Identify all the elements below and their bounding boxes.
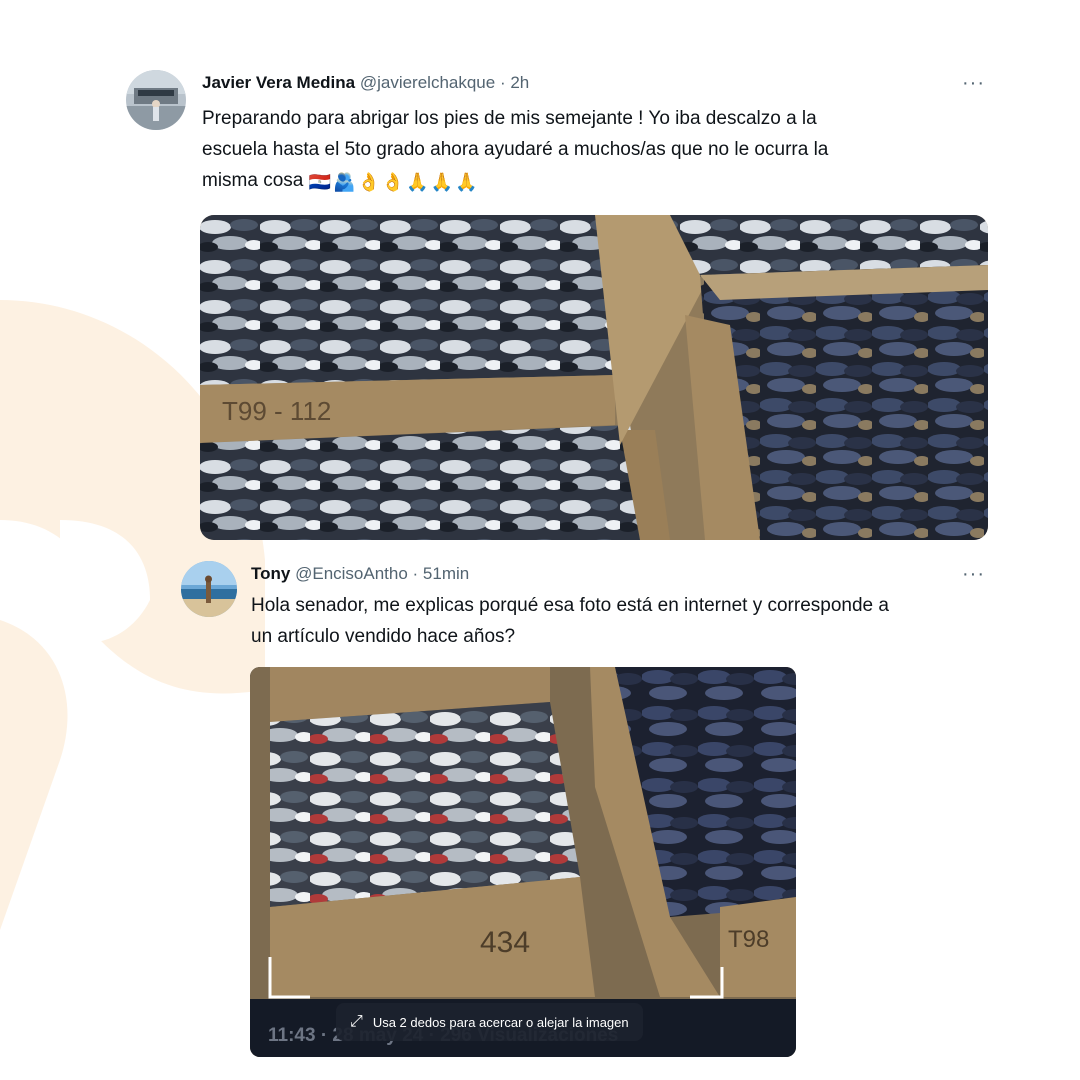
tweet-text: Preparando para abrigar los pies de mis … <box>202 103 1002 196</box>
tweet-text-fragment: misma cosa <box>202 170 304 191</box>
tweet-text-line: escuela hasta el 5to grado ahora ayudaré… <box>202 139 829 160</box>
tweet-text-line: Hola senador, me explicas porqué esa fot… <box>251 595 889 616</box>
ok-hand-icon: 👌 <box>381 172 405 192</box>
timestamp[interactable]: · 2h <box>500 73 529 92</box>
timestamp[interactable]: · 51min <box>413 564 470 583</box>
tweet-header: Javier Vera Medina @javierelchakque · 2h <box>202 73 529 93</box>
author-name[interactable]: Javier Vera Medina <box>202 73 355 92</box>
tweet-text-line: un artículo vendido hace años? <box>251 626 516 647</box>
more-options-icon[interactable]: ··· <box>962 563 985 586</box>
author-name[interactable]: Tony <box>251 564 290 583</box>
screenshot-photo: 434 T98 <box>250 667 796 1057</box>
tweet-text-line: misma cosa 🇵🇾 🫂 👌 👌 🙏 🙏 🙏 <box>202 165 1002 196</box>
avatar-image <box>126 70 186 130</box>
tweet-text: Hola senador, me explicas porqué esa fot… <box>251 590 1011 652</box>
zoom-hint-text: Usa 2 dedos para acercar o alejar la ima… <box>372 1014 629 1030</box>
author-handle[interactable]: @EncisoAntho <box>295 564 408 583</box>
tweet-photo[interactable]: 434 T98 11:43 · 28 may 24 · 296 Visualiz… <box>250 667 796 1057</box>
more-options-icon[interactable]: ··· <box>962 72 985 95</box>
avatar[interactable] <box>126 70 186 130</box>
box-label: T99 - 112 <box>222 396 331 426</box>
zoom-hint: ⤢ Usa 2 dedos para acercar o alejar la i… <box>336 1003 643 1041</box>
tweet-photo[interactable]: T99 - 112 <box>200 215 988 540</box>
box-label: 434 <box>480 926 530 959</box>
pray-icon: 🙏 <box>406 172 429 192</box>
author-handle[interactable]: @javierelchakque <box>360 73 495 92</box>
avatar[interactable] <box>181 561 237 617</box>
avatar-image <box>181 561 237 617</box>
tweet-1[interactable]: Javier Vera Medina @javierelchakque · 2h… <box>0 0 1080 545</box>
tweet-2[interactable]: Tony @EncisoAntho · 51min ··· Hola senad… <box>0 545 1080 1080</box>
tweet-text-line: Preparando para abrigar los pies de mis … <box>202 108 817 129</box>
pray-icon: 🙏 <box>455 172 478 192</box>
pinch-zoom-icon: ⤢ <box>350 1013 363 1030</box>
ok-hand-icon: 👌 <box>357 172 380 192</box>
shoe-boxes-photo: T99 - 112 <box>200 215 988 540</box>
hug-icon: 🫂 <box>333 172 356 192</box>
tweet-header: Tony @EncisoAntho · 51min <box>251 564 469 584</box>
pray-icon: 🙏 <box>430 172 454 192</box>
paraguay-flag-icon: 🇵🇾 <box>308 172 332 192</box>
box-label: T98 <box>728 926 769 953</box>
